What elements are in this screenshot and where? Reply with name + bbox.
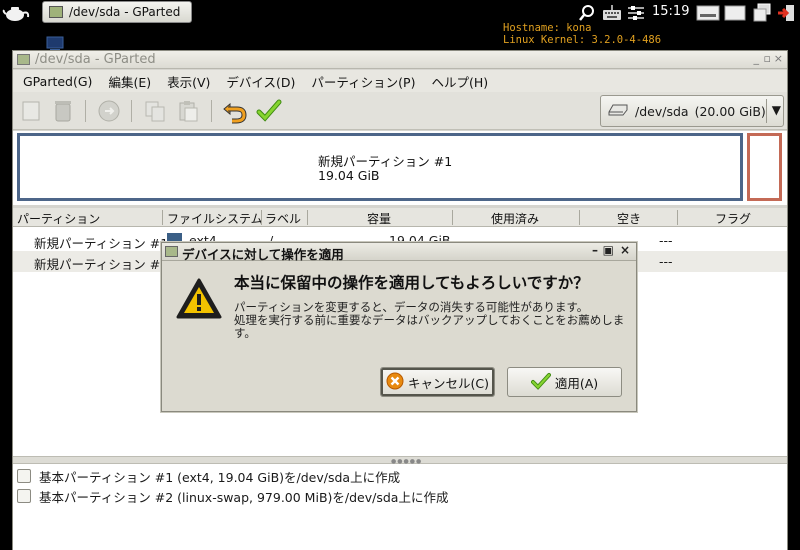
menu-device[interactable]: デバイス(D) [218,72,303,91]
maximize-icon[interactable]: ▣ [603,243,614,257]
device-size: (20.00 GiB) [694,103,766,119]
partition-block-2[interactable] [747,133,782,201]
taskbar: /dev/sda - GParted 15:19 [0,0,800,26]
column-separator [452,210,453,225]
chevron-down-icon: ▼ [771,103,781,117]
menu-help[interactable]: ヘルプ(H) [423,72,496,91]
list-item[interactable]: 基本パーティション #1 (ext4, 19.04 GiB)を/dev/sda上… [17,466,400,486]
operation-icon [17,489,31,503]
conky-kernel: Linux Kernel: 3.2.0-4-486 [503,34,662,46]
new-partition-button[interactable] [17,97,45,125]
partition-block-size: 19.04 GiB [318,168,380,183]
apply-button[interactable]: 適用(A) [507,367,622,397]
toolbar-separator [131,100,132,122]
copy-icon[interactable] [141,97,169,125]
menu-partition[interactable]: パーティション(P) [303,72,423,91]
device-name: /dev/sda [635,103,689,119]
menubar: GParted(G) 編集(E) 表示(V) デバイス(D) パーティション(P… [13,70,787,92]
cell-free: --- [659,233,673,248]
pane-splitter[interactable]: ●●●●● [13,456,787,465]
gparted-window-icon [49,6,63,18]
minimize-icon[interactable]: _ [754,52,760,65]
logout-icon[interactable] [776,3,796,26]
pending-operations-list: 基本パーティション #1 (ext4, 19.04 GiB)を/dev/sda上… [13,464,787,550]
list-item[interactable]: 基本パーティション #2 (linux-swap, 979.00 MiB)を/d… [17,486,448,506]
cancel-button[interactable]: キャンセル(C) [380,367,495,397]
column-header-used[interactable]: 使用済み [491,210,539,227]
delete-trash-icon[interactable] [49,97,77,125]
toolbar-separator [211,100,212,122]
column-separator [579,210,580,225]
cell-partition: 新規パーティション #2 [34,257,169,272]
dialog-titlebar[interactable]: デバイスに対して操作を適用 – ▣ × [162,243,636,262]
conky-system-info: Hostname: kona Linux Kernel: 3.2.0-4-486 [503,22,661,46]
conky-hostname: Hostname: kona [503,22,592,34]
operation-icon [17,469,31,483]
toolbar-separator [85,100,86,122]
cancel-icon [386,372,404,393]
task-button-gparted[interactable]: /dev/sda - GParted [42,1,192,23]
column-header-filesystem[interactable]: ファイルシステム [167,210,263,227]
window-title: /dev/sda - GParted [35,52,156,67]
column-header-partition[interactable]: パーティション [17,210,100,227]
maximize-icon[interactable]: ▫ [764,52,771,65]
menu-gparted[interactable]: GParted(G) [15,74,100,89]
close-icon[interactable]: × [774,52,783,65]
partition-block-1[interactable]: 新規パーティション #1 19.04 GiB [17,133,743,201]
column-header-free[interactable]: 空き [617,210,641,227]
apply-confirm-dialog: デバイスに対して操作を適用 – ▣ × 本当に保留中の操作を適用してもよろしいで… [161,242,637,412]
minimize-icon[interactable]: – [592,243,598,257]
dialog-message-line: 処理を実行する前に重要なデータはバックアップしておくことをお薦めします。 [234,313,625,340]
warning-icon [176,277,222,321]
clock[interactable]: 15:19 [652,4,689,19]
dialog-window-icon [165,246,178,257]
cell-free: --- [659,254,673,269]
apply-button-label: 適用(A) [554,375,599,391]
dialog-heading: 本当に保留中の操作を適用してもよろしいですか？ [234,274,589,292]
cell-partition: 新規パーティション #1 [34,236,169,251]
teapot-menu-icon[interactable] [2,2,30,24]
minimize-all-icon[interactable] [696,5,720,24]
apply-checkmark-icon[interactable] [255,97,283,125]
column-separator [307,210,308,225]
window-titlebar[interactable]: /dev/sda - GParted _ ▫ × [13,51,787,69]
combo-separator [766,99,767,123]
undo-icon[interactable] [221,97,249,125]
copy-windows-icon[interactable] [752,3,772,26]
resize-move-icon[interactable] [95,97,123,125]
menu-edit[interactable]: 編集(E) [100,72,159,91]
paste-icon[interactable] [175,97,203,125]
cancel-button-label: キャンセル(C) [408,375,489,391]
column-separator [677,210,678,225]
column-header-size[interactable]: 容量 [367,210,391,227]
column-header-label[interactable]: ラベル [265,210,301,227]
window-icon[interactable] [724,5,746,24]
gparted-window-icon [17,54,30,65]
column-header-flags[interactable]: フラグ [715,210,751,227]
disk-map: 新規パーティション #1 19.04 GiB [13,131,787,205]
operation-text: 基本パーティション #2 (linux-swap, 979.00 MiB)を/d… [39,489,449,505]
toolbar: /dev/sda (20.00 GiB) ▼ [13,92,787,130]
close-icon[interactable]: × [620,243,630,257]
dialog-message: パーティションを変更すると、データの消失する可能性があります。 処理を実行する前… [234,301,632,340]
checkmark-icon [530,372,551,393]
table-header: パーティション ファイルシステム ラベル 容量 使用済み 空き フラグ [13,208,787,227]
column-separator [261,210,262,225]
task-button-label: /dev/sda - GParted [69,5,181,19]
device-selector[interactable]: /dev/sda (20.00 GiB) ▼ [600,95,784,127]
menu-view[interactable]: 表示(V) [159,72,218,91]
partition-block-label: 新規パーティション #1 [318,154,453,169]
harddisk-icon [607,103,629,120]
dialog-title: デバイスに対して操作を適用 [182,247,344,262]
operation-text: 基本パーティション #1 (ext4, 19.04 GiB)を/dev/sda上… [39,469,401,485]
column-separator [162,210,163,225]
